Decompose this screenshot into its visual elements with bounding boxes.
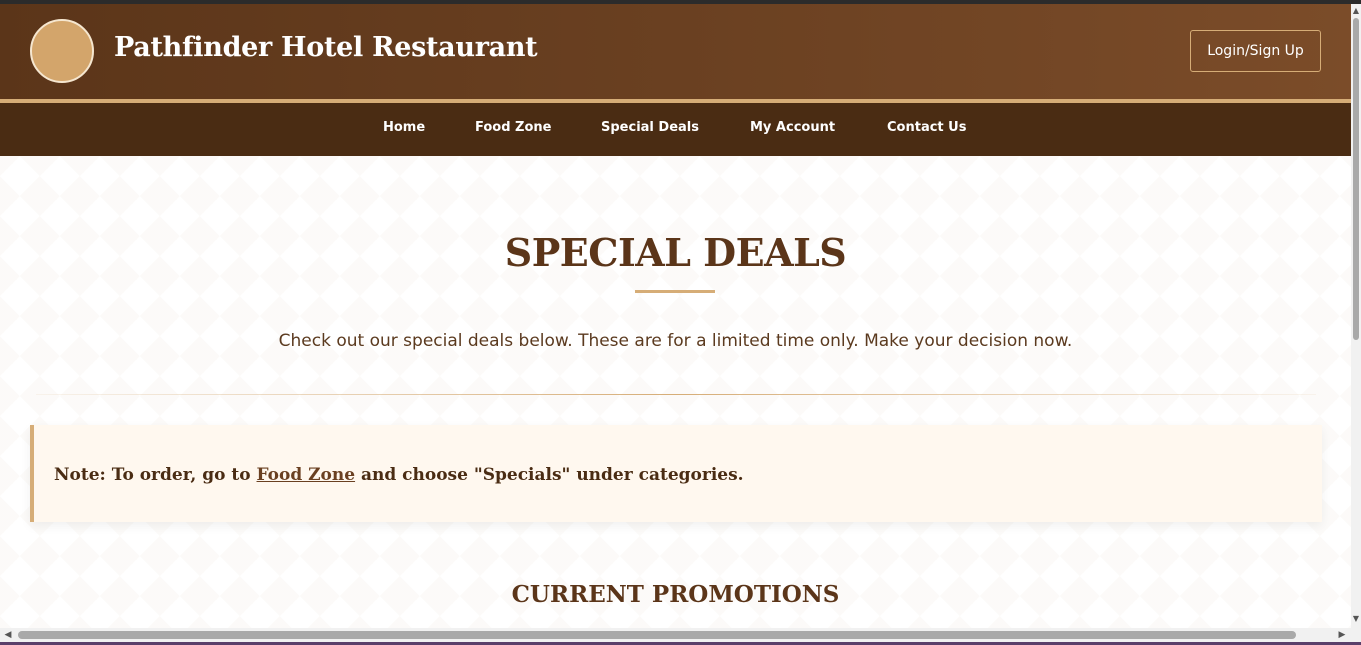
scroll-down-icon[interactable]: ▼ [1351, 614, 1361, 624]
nav-item-food-zone[interactable]: Food Zone [475, 120, 551, 135]
order-note-box: Note: To order, go to Food Zone and choo… [30, 425, 1322, 522]
note-prefix: Note: To order, go to [54, 465, 257, 485]
site-header: Pathfinder Hotel Restaurant Login/Sign U… [0, 4, 1351, 99]
nav-item-home[interactable]: Home [383, 120, 425, 135]
title-underline [635, 290, 715, 293]
intro-text: Check out our special deals below. These… [278, 331, 1073, 351]
horizontal-scroll-thumb[interactable] [18, 631, 1296, 639]
page-title: SPECIAL DEALS [504, 230, 847, 275]
nav-item-contact-us[interactable]: Contact Us [887, 120, 966, 135]
logo-icon[interactable] [30, 19, 94, 83]
section-divider [36, 394, 1316, 395]
horizontal-scrollbar[interactable]: ◀ ▶ [0, 628, 1361, 642]
nav-item-my-account[interactable]: My Account [750, 120, 835, 135]
main-nav: Home Food Zone Special Deals My Account … [0, 103, 1351, 156]
current-promotions-heading: CURRENT PROMOTIONS [511, 581, 840, 608]
vertical-scrollbar[interactable]: ▲ ▼ [1351, 4, 1361, 628]
food-zone-link[interactable]: Food Zone [257, 465, 356, 485]
browser-viewport: Pathfinder Hotel Restaurant Login/Sign U… [0, 4, 1351, 628]
note-suffix: and choose "Specials" under categories. [355, 465, 744, 485]
nav-item-special-deals[interactable]: Special Deals [601, 120, 699, 135]
scroll-up-icon[interactable]: ▲ [1351, 6, 1361, 16]
scroll-right-icon[interactable]: ▶ [1336, 629, 1348, 641]
scroll-left-icon[interactable]: ◀ [2, 629, 14, 641]
order-note: Note: To order, go to Food Zone and choo… [54, 465, 744, 485]
site-title[interactable]: Pathfinder Hotel Restaurant [114, 32, 538, 63]
vertical-scroll-thumb[interactable] [1353, 18, 1359, 340]
main-content: SPECIAL DEALS Check out our special deal… [0, 156, 1351, 628]
login-signup-button[interactable]: Login/Sign Up [1190, 30, 1321, 72]
